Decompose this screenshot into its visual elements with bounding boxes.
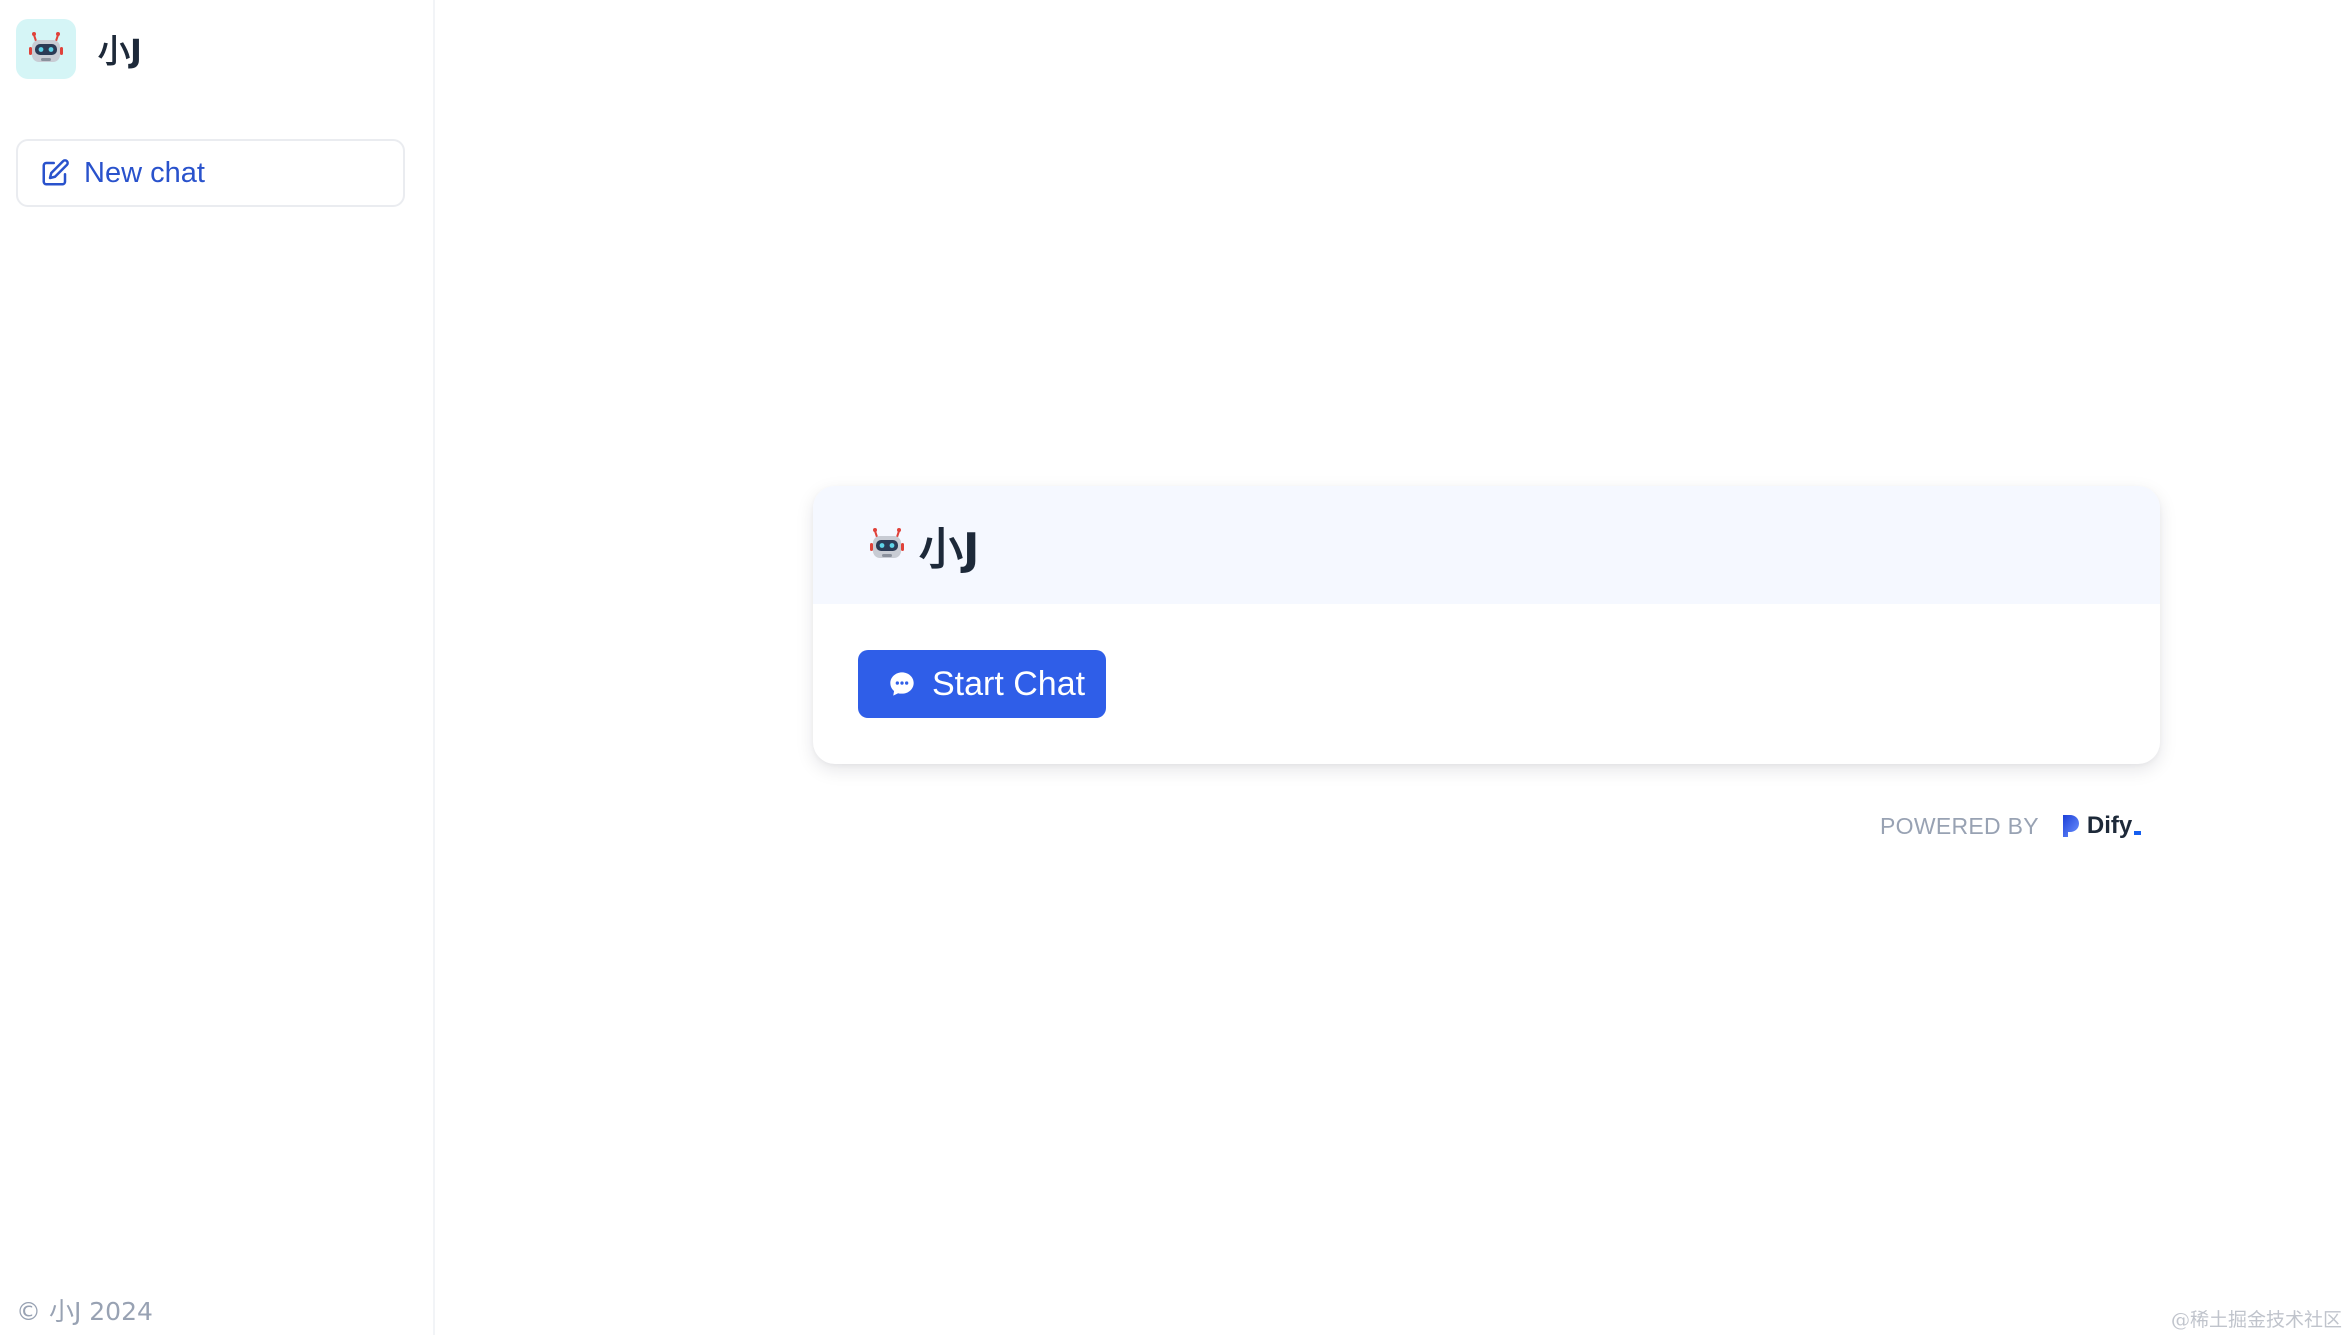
- powered-by: POWERED BY Dify: [1880, 812, 2142, 840]
- watermark: @稀土掘金技术社区: [2170, 1309, 2342, 1331]
- app-window: 小J New chat © 小J 2024 小J Start Chat POWE…: [0, 0, 2346, 1335]
- dify-brand-text: Dify: [2086, 812, 2133, 839]
- new-chat-button[interactable]: New chat: [16, 139, 405, 207]
- card-header: 小J: [813, 486, 2160, 604]
- edit-icon: [42, 159, 69, 186]
- card-title: 小J: [919, 524, 980, 575]
- app-avatar: [16, 19, 76, 79]
- start-chat-button[interactable]: Start Chat: [858, 650, 1106, 718]
- robot-icon: [870, 528, 904, 558]
- dify-logo[interactable]: Dify: [2061, 812, 2142, 840]
- powered-by-text: POWERED BY: [1880, 812, 2039, 839]
- sidebar: 小J New chat © 小J 2024: [0, 0, 435, 1335]
- new-chat-label: New chat: [84, 156, 205, 189]
- welcome-card: 小J Start Chat: [813, 486, 2160, 764]
- dify-dot: [2134, 831, 2142, 835]
- dify-logo-icon: [2062, 815, 2079, 837]
- app-name: 小J: [98, 32, 142, 70]
- copyright-text: © 小J 2024: [16, 1297, 153, 1326]
- chat-bubble-icon: [890, 672, 914, 696]
- start-chat-label: Start Chat: [932, 664, 1086, 703]
- sidebar-header: 小J: [16, 19, 142, 79]
- robot-icon: [29, 32, 63, 62]
